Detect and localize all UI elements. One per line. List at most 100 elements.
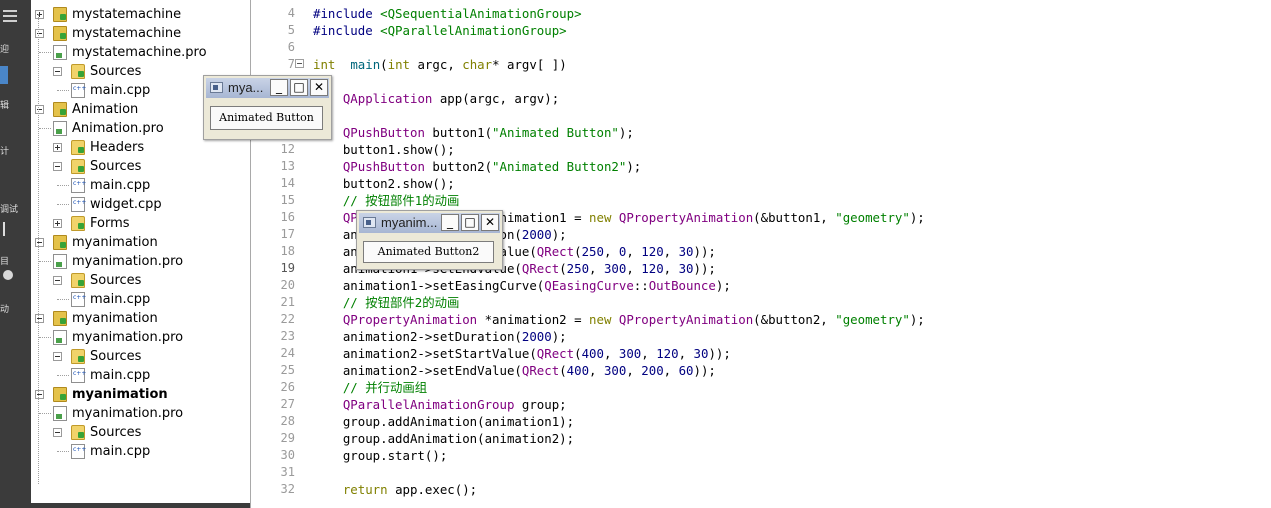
code-line[interactable]: group.addAnimation(animation1); <box>313 413 574 430</box>
code-token: int <box>387 57 411 72</box>
close-button[interactable]: ✕ <box>310 79 328 96</box>
code-token: 400 <box>566 363 590 378</box>
collapse-icon[interactable] <box>35 314 44 323</box>
code-token: app(argc, argv); <box>432 91 560 106</box>
code-line[interactable]: button1.show(); <box>313 141 455 158</box>
collapse-icon[interactable] <box>53 352 62 361</box>
expand-icon[interactable] <box>35 10 44 19</box>
code-line[interactable]: group.start(); <box>313 447 447 464</box>
code-line[interactable]: animation2->setEndValue(QRect(400, 300, … <box>313 362 716 379</box>
code-line[interactable]: // 并行动画组 <box>313 379 427 396</box>
collapse-icon[interactable] <box>53 428 62 437</box>
code-line[interactable]: animation1->setEasingCurve(QEasingCurve:… <box>313 277 731 294</box>
tree-item[interactable]: mystatemachine <box>31 5 250 24</box>
tree-item[interactable]: main.cpp <box>31 290 250 309</box>
code-line[interactable]: animation2->setStartValue(QRect(400, 300… <box>313 345 731 362</box>
code-token: #include <box>313 6 381 21</box>
expand-icon[interactable] <box>53 143 62 152</box>
close-button[interactable]: ✕ <box>481 214 499 231</box>
mode-welcome-icon[interactable] <box>3 10 17 24</box>
code-token: <QParallelAnimationGroup> <box>380 23 567 38</box>
tree-item[interactable]: main.cpp <box>31 366 250 385</box>
tree-item-label: myanimation.pro <box>72 254 184 269</box>
line-number: 21 <box>280 295 295 309</box>
mode-edit-icon[interactable] <box>0 66 8 84</box>
tree-item-label: myanimation <box>72 311 158 326</box>
tree-item[interactable]: myanimation <box>31 385 250 404</box>
tree-item[interactable]: mystatemachine <box>31 24 250 43</box>
fold-marker-icon[interactable] <box>295 59 304 68</box>
tree-item[interactable]: main.cpp <box>31 176 250 195</box>
code-line[interactable]: button2.show(); <box>313 175 455 192</box>
code-token: button1( <box>424 125 493 140</box>
minimize-button[interactable]: _ <box>270 79 288 96</box>
tree-item[interactable]: Sources <box>31 423 250 442</box>
animated-button-window[interactable]: mya... _ □ ✕ Animated Button <box>203 75 332 140</box>
window-title-bar[interactable]: myanim... _ □ ✕ <box>359 213 500 233</box>
maximize-button[interactable]: □ <box>290 79 308 96</box>
code-line[interactable]: #include <QSequentialAnimationGroup> <box>313 5 582 22</box>
code-token: new <box>589 312 612 327</box>
tree-item[interactable]: Forms <box>31 214 250 233</box>
tree-item[interactable]: mystatemachine.pro <box>31 43 250 62</box>
app-window-icon <box>363 217 376 228</box>
code-line[interactable]: QPropertyAnimation *animation2 = new QPr… <box>313 311 925 328</box>
tree-item[interactable]: myanimation.pro <box>31 328 250 347</box>
collapse-icon[interactable] <box>35 390 44 399</box>
line-number: 19 <box>280 261 295 275</box>
tree-item[interactable]: myanimation <box>31 309 250 328</box>
code-line[interactable]: #include <QParallelAnimationGroup> <box>313 22 567 39</box>
mode-design-label: 计 <box>0 147 10 157</box>
code-line[interactable]: int main(int argc, char* argv[ ]) <box>313 56 567 73</box>
mode-projects-icon[interactable] <box>3 222 11 236</box>
mode-debug-icon[interactable] <box>3 170 17 184</box>
tree-item[interactable]: main.cpp <box>31 442 250 461</box>
pro-file-icon <box>53 45 67 60</box>
code-line[interactable]: QApplication app(argc, argv); <box>313 90 559 107</box>
collapse-icon[interactable] <box>53 162 62 171</box>
minimize-button[interactable]: _ <box>441 214 459 231</box>
code-token: OutBounce <box>648 278 716 293</box>
folder-icon <box>71 159 85 174</box>
collapse-icon[interactable] <box>35 29 44 38</box>
expand-icon[interactable] <box>53 219 62 228</box>
mode-help-icon[interactable] <box>3 270 13 280</box>
maximize-button[interactable]: □ <box>461 214 479 231</box>
line-number: 5 <box>287 23 295 37</box>
code-token: // 按钮部件1的动画 <box>342 193 460 208</box>
app-window-icon <box>210 82 223 93</box>
code-line[interactable]: // 按钮部件1的动画 <box>313 192 460 209</box>
code-token: ( <box>380 57 388 72</box>
project-icon <box>53 26 67 41</box>
code-line[interactable]: QPushButton button1("Animated Button"); <box>313 124 634 141</box>
code-line[interactable]: QParallelAnimationGroup group; <box>313 396 567 413</box>
collapse-icon[interactable] <box>35 105 44 114</box>
tree-item[interactable]: myanimation.pro <box>31 404 250 423</box>
tree-item[interactable]: Sources <box>31 157 250 176</box>
code-line[interactable]: QPushButton button2("Animated Button2"); <box>313 158 641 175</box>
tree-item[interactable]: myanimation <box>31 233 250 252</box>
tree-item[interactable]: myanimation.pro <box>31 252 250 271</box>
project-icon <box>53 387 67 402</box>
mode-design-icon[interactable] <box>3 112 17 126</box>
tree-item[interactable]: Headers <box>31 138 250 157</box>
tree-item[interactable]: Sources <box>31 271 250 290</box>
collapse-icon[interactable] <box>35 238 44 247</box>
line-number: 4 <box>287 6 295 20</box>
code-token: , <box>626 244 642 259</box>
code-line[interactable]: // 按钮部件2的动画 <box>313 294 460 311</box>
animated-button2-window[interactable]: myanim... _ □ ✕ Animated Button2 <box>356 210 503 270</box>
animated-button[interactable]: Animated Button <box>210 106 323 130</box>
line-number: 15 <box>280 193 295 207</box>
code-line[interactable]: animation2->setDuration(2000); <box>313 328 567 345</box>
window-title-bar[interactable]: mya... _ □ ✕ <box>206 78 329 98</box>
code-line[interactable]: return app.exec(); <box>313 481 477 498</box>
animated-button2[interactable]: Animated Button2 <box>363 241 494 263</box>
code-line[interactable]: group.addAnimation(animation2); <box>313 430 574 447</box>
collapse-icon[interactable] <box>53 67 62 76</box>
collapse-icon[interactable] <box>53 276 62 285</box>
code-token: button2.show(); <box>313 176 455 191</box>
tree-item[interactable]: Sources <box>31 347 250 366</box>
tree-item[interactable]: widget.cpp <box>31 195 250 214</box>
